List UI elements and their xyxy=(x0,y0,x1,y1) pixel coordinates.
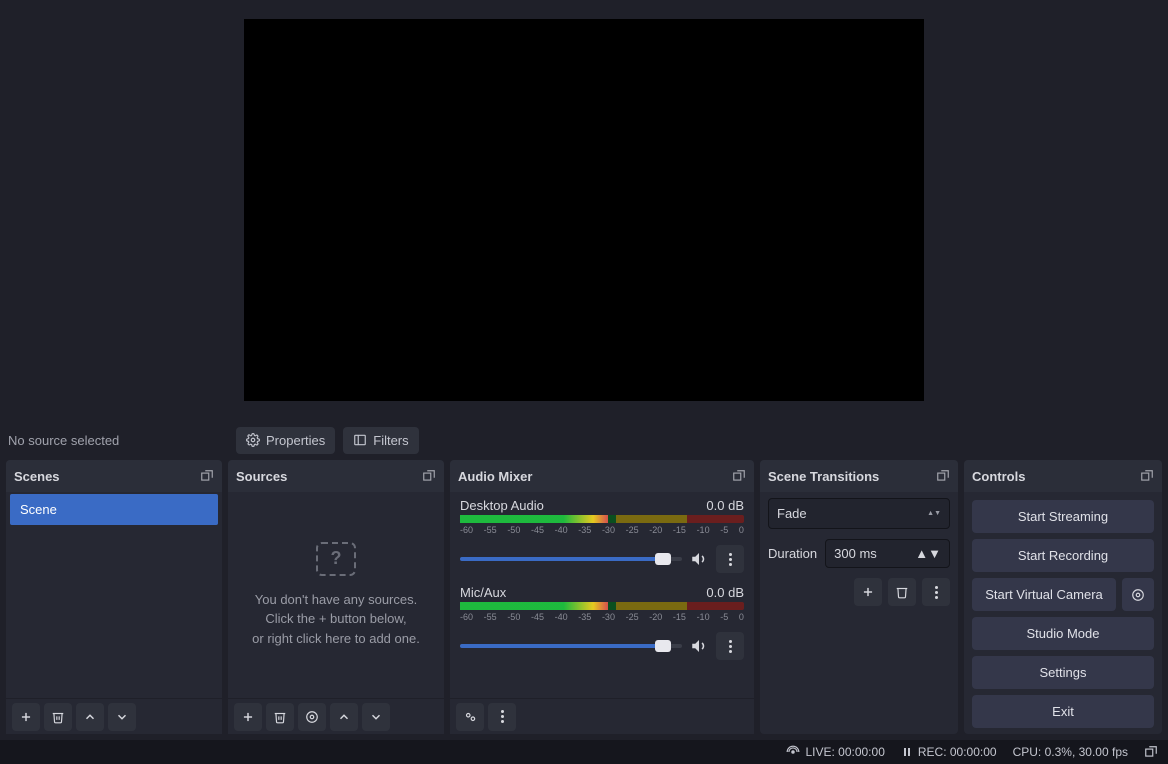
broadcast-icon xyxy=(786,745,800,759)
sources-title: Sources xyxy=(236,469,287,484)
vcam-settings-button[interactable] xyxy=(1122,578,1154,611)
channel-menu-button[interactable] xyxy=(716,545,744,573)
transition-select[interactable]: Fade ▲▼ xyxy=(768,498,950,529)
filters-button[interactable]: Filters xyxy=(343,427,418,454)
remove-scene-button[interactable] xyxy=(44,703,72,731)
mixer-advanced-button[interactable] xyxy=(456,703,484,731)
start-virtual-camera-button[interactable]: Start Virtual Camera xyxy=(972,578,1116,611)
volume-slider[interactable] xyxy=(460,552,682,566)
source-down-button[interactable] xyxy=(362,703,390,731)
filters-icon xyxy=(353,433,367,447)
add-source-button[interactable] xyxy=(234,703,262,731)
statusbar: LIVE: 00:00:00 REC: 00:00:00 CPU: 0.3%, … xyxy=(0,740,1168,764)
scenes-dock: Scenes Scene xyxy=(6,460,222,734)
start-streaming-button[interactable]: Start Streaming xyxy=(972,500,1154,533)
duration-spinner[interactable]: 300 ms ▲▼ xyxy=(825,539,950,568)
status-live: LIVE: 00:00:00 xyxy=(786,745,884,759)
scene-item[interactable]: Scene xyxy=(10,494,218,525)
audio-meter: -60-55-50-45-40-35-30-25-20-15-10-50 xyxy=(460,515,744,539)
sources-header[interactable]: Sources xyxy=(228,460,444,492)
controls-header[interactable]: Controls xyxy=(964,460,1162,492)
help-icon: ? xyxy=(316,542,356,576)
remove-transition-button[interactable] xyxy=(888,578,916,606)
start-recording-button[interactable]: Start Recording xyxy=(972,539,1154,572)
mixer-channel: Desktop Audio 0.0 dB -60-55-50-45-40-35-… xyxy=(460,498,744,573)
popout-icon[interactable] xyxy=(422,469,436,483)
scenes-footer xyxy=(6,698,222,734)
updown-icon: ▲▼ xyxy=(915,546,941,561)
sources-empty: ? You don't have any sources. Click the … xyxy=(228,492,444,698)
mixer-header[interactable]: Audio Mixer xyxy=(450,460,754,492)
sources-empty-line: You don't have any sources. xyxy=(255,590,417,610)
popout-icon[interactable] xyxy=(1144,745,1158,759)
mixer-menu-button[interactable] xyxy=(488,703,516,731)
docks-row: Scenes Scene Sources ? You don't have an… xyxy=(0,460,1168,740)
meter-ticks: -60-55-50-45-40-35-30-25-20-15-10-50 xyxy=(460,525,744,535)
transitions-body: Fade ▲▼ Duration 300 ms ▲▼ xyxy=(760,492,958,734)
transition-selected: Fade xyxy=(777,506,807,521)
channel-menu-button[interactable] xyxy=(716,632,744,660)
studio-mode-button[interactable]: Studio Mode xyxy=(972,617,1154,650)
source-up-button[interactable] xyxy=(330,703,358,731)
add-scene-button[interactable] xyxy=(12,703,40,731)
speaker-icon[interactable] xyxy=(690,550,708,568)
popout-icon[interactable] xyxy=(200,469,214,483)
popout-icon[interactable] xyxy=(732,469,746,483)
no-source-label: No source selected xyxy=(8,433,228,448)
transition-menu-button[interactable] xyxy=(922,578,950,606)
status-cpu: CPU: 0.3%, 30.00 fps xyxy=(1013,745,1128,759)
sources-dock: Sources ? You don't have any sources. Cl… xyxy=(228,460,444,734)
channel-db: 0.0 dB xyxy=(706,585,744,600)
add-transition-button[interactable] xyxy=(854,578,882,606)
mixer-title: Audio Mixer xyxy=(458,469,532,484)
channel-name: Mic/Aux xyxy=(460,585,506,600)
properties-button[interactable]: Properties xyxy=(236,427,335,454)
gear-icon xyxy=(246,433,260,447)
audio-mixer-dock: Audio Mixer Desktop Audio 0.0 dB -60-55-… xyxy=(450,460,754,734)
scenes-header[interactable]: Scenes xyxy=(6,460,222,492)
transitions-dock: Scene Transitions Fade ▲▼ Duration 300 m… xyxy=(760,460,958,734)
preview-canvas[interactable] xyxy=(244,19,924,401)
mixer-footer xyxy=(450,698,754,734)
source-properties-button[interactable] xyxy=(298,703,326,731)
mixer-body: Desktop Audio 0.0 dB -60-55-50-45-40-35-… xyxy=(450,492,754,698)
mixer-channel: Mic/Aux 0.0 dB -60-55-50-45-40-35-30-25-… xyxy=(460,585,744,660)
remove-source-button[interactable] xyxy=(266,703,294,731)
preview-area xyxy=(0,0,1168,420)
sources-list[interactable]: ? You don't have any sources. Click the … xyxy=(228,492,444,698)
pause-icon xyxy=(901,746,913,758)
duration-value: 300 ms xyxy=(834,546,877,561)
properties-label: Properties xyxy=(266,433,325,448)
source-toolbar: No source selected Properties Filters xyxy=(0,420,1168,460)
duration-label: Duration xyxy=(768,546,817,561)
updown-icon: ▲▼ xyxy=(927,510,941,517)
meter-ticks: -60-55-50-45-40-35-30-25-20-15-10-50 xyxy=(460,612,744,622)
controls-title: Controls xyxy=(972,469,1025,484)
filters-label: Filters xyxy=(373,433,408,448)
volume-slider[interactable] xyxy=(460,639,682,653)
sources-empty-line: or right click here to add one. xyxy=(252,629,420,649)
scenes-title: Scenes xyxy=(14,469,60,484)
transitions-header[interactable]: Scene Transitions xyxy=(760,460,958,492)
controls-dock: Controls Start Streaming Start Recording… xyxy=(964,460,1162,734)
speaker-icon[interactable] xyxy=(690,637,708,655)
audio-meter: -60-55-50-45-40-35-30-25-20-15-10-50 xyxy=(460,602,744,626)
status-rec: REC: 00:00:00 xyxy=(901,745,997,759)
settings-button[interactable]: Settings xyxy=(972,656,1154,689)
scenes-list[interactable]: Scene xyxy=(6,492,222,698)
popout-icon[interactable] xyxy=(936,469,950,483)
controls-body: Start Streaming Start Recording Start Vi… xyxy=(964,492,1162,734)
popout-icon[interactable] xyxy=(1140,469,1154,483)
scene-down-button[interactable] xyxy=(108,703,136,731)
sources-footer xyxy=(228,698,444,734)
exit-button[interactable]: Exit xyxy=(972,695,1154,728)
transitions-title: Scene Transitions xyxy=(768,469,879,484)
sources-empty-line: Click the + button below, xyxy=(265,609,406,629)
channel-name: Desktop Audio xyxy=(460,498,544,513)
scene-up-button[interactable] xyxy=(76,703,104,731)
channel-db: 0.0 dB xyxy=(706,498,744,513)
